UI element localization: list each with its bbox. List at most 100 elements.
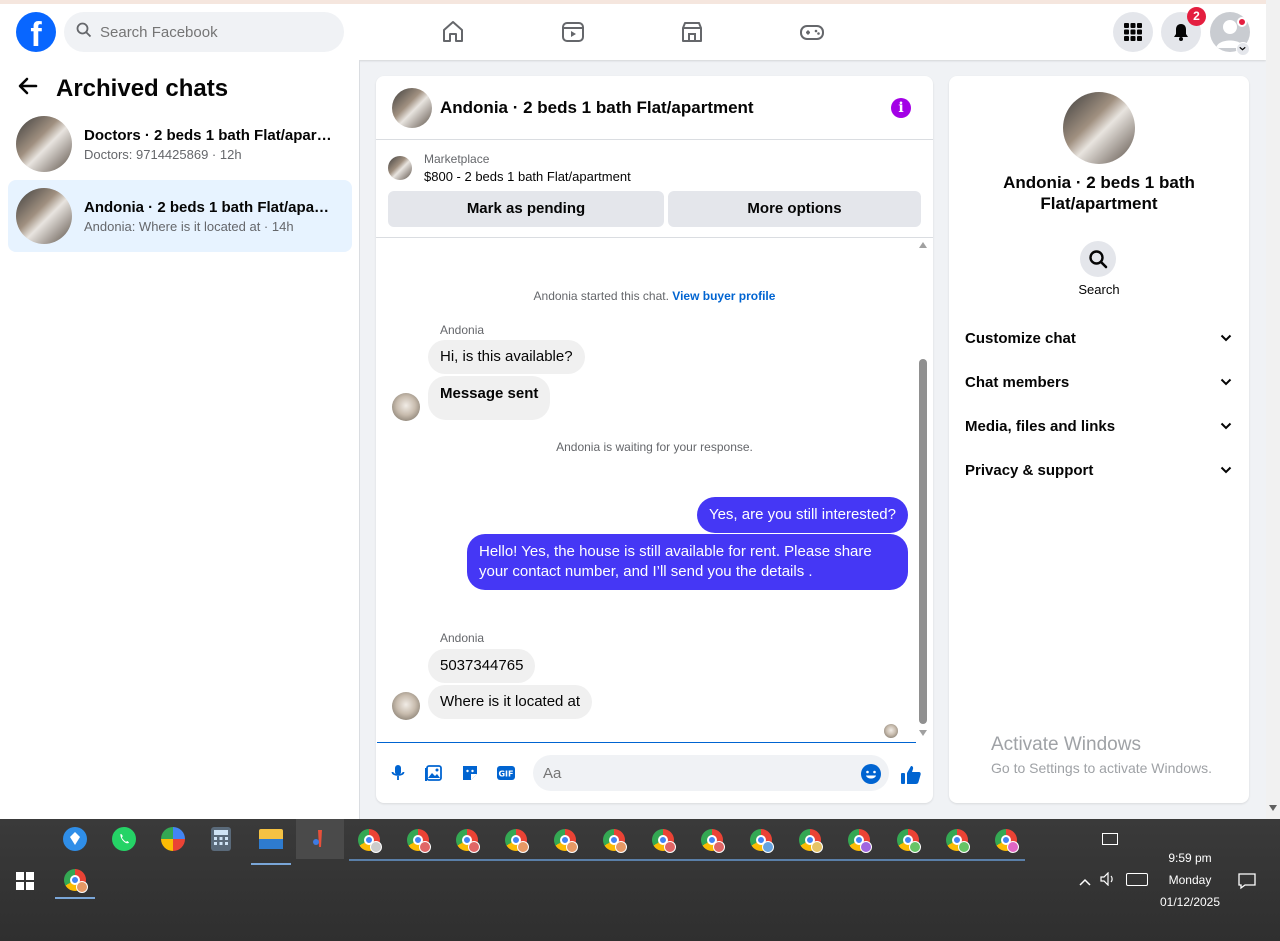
profile-dot [664,841,676,853]
emoji-icon[interactable] [860,763,882,785]
listing-price: $800 - 2 beds 1 bath Flat/apartment [424,169,631,184]
profile-dot [762,841,774,853]
chevron-down-icon[interactable] [1236,42,1250,56]
search-box[interactable] [64,12,344,52]
file-explorer-icon[interactable] [259,829,283,849]
profile-dot [370,841,382,853]
chevron-down-icon [1220,378,1232,386]
network-icon[interactable] [1102,833,1118,845]
whatsapp-icon[interactable] [112,827,136,851]
chat-members-row[interactable]: Chat members [965,360,1233,404]
page-scrollbar[interactable] [1266,0,1280,819]
like-thumb-icon[interactable] [899,763,923,787]
notification-center-icon[interactable] [1238,872,1256,895]
activate-windows-watermark: Activate Windows Go to Settings to activ… [991,734,1212,776]
incoming-message[interactable]: Where is it located at [428,685,593,719]
scroll-up-arrow-icon[interactable] [919,242,927,248]
search-label: Search [1078,282,1120,297]
section-label: Privacy & support [965,461,1094,479]
chat-header: Andonia · 2 beds 1 bath Flat/apartment i [376,76,933,140]
gaming-icon[interactable] [798,18,826,46]
scroll-down-arrow-icon[interactable] [919,730,927,736]
profile-dot [615,841,627,853]
sender-avatar[interactable] [392,393,420,421]
app-icon-maps[interactable] [63,827,87,851]
profile-dot [419,841,431,853]
section-label: Media, files and links [965,417,1116,435]
profile-dot [76,881,88,893]
sender-name: Andonia [440,323,485,337]
back-arrow-icon[interactable] [16,74,40,103]
message-composer: GIF [376,743,933,803]
marketplace-label: Marketplace [424,152,490,166]
scrollbar-thumb[interactable] [919,359,927,724]
marketplace-icon[interactable] [678,18,706,46]
open-apps-indicator [349,859,1025,861]
clock-day[interactable]: Monday [1150,873,1230,887]
listing-thumbnail [16,116,72,172]
incoming-message[interactable]: Hi, is this available? [428,340,585,374]
chat-list-item-andonia[interactable]: Andonia · 2 beds 1 bath Flat/apart... An… [8,180,352,252]
mark-as-pending-button[interactable]: Mark as pending [388,191,664,227]
svg-text:GIF: GIF [498,770,513,779]
listing-thumbnail[interactable] [1063,92,1135,164]
chat-preview: Doctors: 9714425869 · 12h [84,146,242,162]
section-label: Chat members [965,373,1070,391]
search-icon [76,22,92,43]
sidebar-title: Archived chats [56,74,229,102]
profile-dot [860,841,872,853]
sidebar-header: Archived chats [16,74,228,103]
search-input[interactable] [100,23,320,41]
microphone-icon[interactable] [388,763,408,783]
keyboard-icon[interactable] [1126,873,1148,886]
profile-dot [468,841,480,853]
incoming-message[interactable]: 5037344765 [428,649,536,683]
show-hidden-icons-chevron-icon[interactable] [1078,874,1092,892]
listing-thumbnail [388,156,412,180]
message-input[interactable] [543,764,843,782]
menu-grid-button[interactable] [1113,12,1153,52]
chat-name: Doctors · 2 beds 1 bath Flat/apart... [84,126,334,144]
view-buyer-profile-link[interactable]: View buyer profile [672,289,775,303]
chat-list-item-doctors[interactable]: Doctors · 2 beds 1 bath Flat/apart... Do… [8,108,352,180]
section-label: Customize chat [965,329,1076,347]
outgoing-message[interactable]: Hello! Yes, the house is still available… [467,534,908,590]
incoming-message[interactable]: Message sent [428,376,551,420]
app-button-highlighted[interactable] [296,819,344,859]
facebook-logo-icon[interactable]: f [16,12,56,52]
chat-started-notice: Andonia started this chat. View buyer pr… [376,289,933,303]
media-files-links-row[interactable]: Media, files and links [965,404,1233,448]
chat-name: Andonia · 2 beds 1 bath Flat/apart... [84,198,334,216]
clock-time[interactable]: 9:59 pm [1150,851,1230,865]
watermark-title: Activate Windows [991,734,1141,755]
sticker-icon[interactable] [460,763,480,783]
outgoing-message[interactable]: Yes, are you still interested? [696,497,908,533]
message-input-box[interactable] [533,755,889,791]
notifications-button[interactable]: 2 [1161,7,1206,52]
search-in-chat-button[interactable] [1080,241,1116,277]
home-icon[interactable] [439,18,467,46]
more-options-button[interactable]: More options [668,191,921,227]
marketplace-listing[interactable]: Marketplace $800 - 2 beds 1 bath Flat/ap… [388,152,631,184]
clock-date[interactable]: 01/12/2025 [1150,895,1230,909]
conversation-panel: Andonia · 2 beds 1 bath Flat/apartment i… [376,76,933,803]
privacy-support-row[interactable]: Privacy & support [965,448,1233,492]
gif-icon[interactable]: GIF [496,763,516,783]
notification-badge: 2 [1187,7,1206,26]
photo-icon[interactable] [424,763,444,783]
info-icon[interactable]: i [891,98,911,118]
messages-scrollbar[interactable] [917,241,929,736]
calculator-icon[interactable] [211,827,231,851]
waiting-notice: Andonia is waiting for your response. [556,440,753,454]
video-icon[interactable] [559,18,587,46]
windows-start-icon[interactable] [16,872,34,890]
google-app-icon[interactable] [161,827,185,851]
avatar-status-dot [1237,17,1247,27]
volume-icon[interactable] [1100,871,1116,891]
chat-title[interactable]: Andonia · 2 beds 1 bath Flat/apartment [440,98,754,118]
listing-thumbnail[interactable] [392,87,432,128]
sender-avatar[interactable] [392,692,420,720]
customize-chat-row[interactable]: Customize chat [965,316,1233,360]
grid-icon [1124,23,1142,41]
profile-dot [909,841,921,853]
